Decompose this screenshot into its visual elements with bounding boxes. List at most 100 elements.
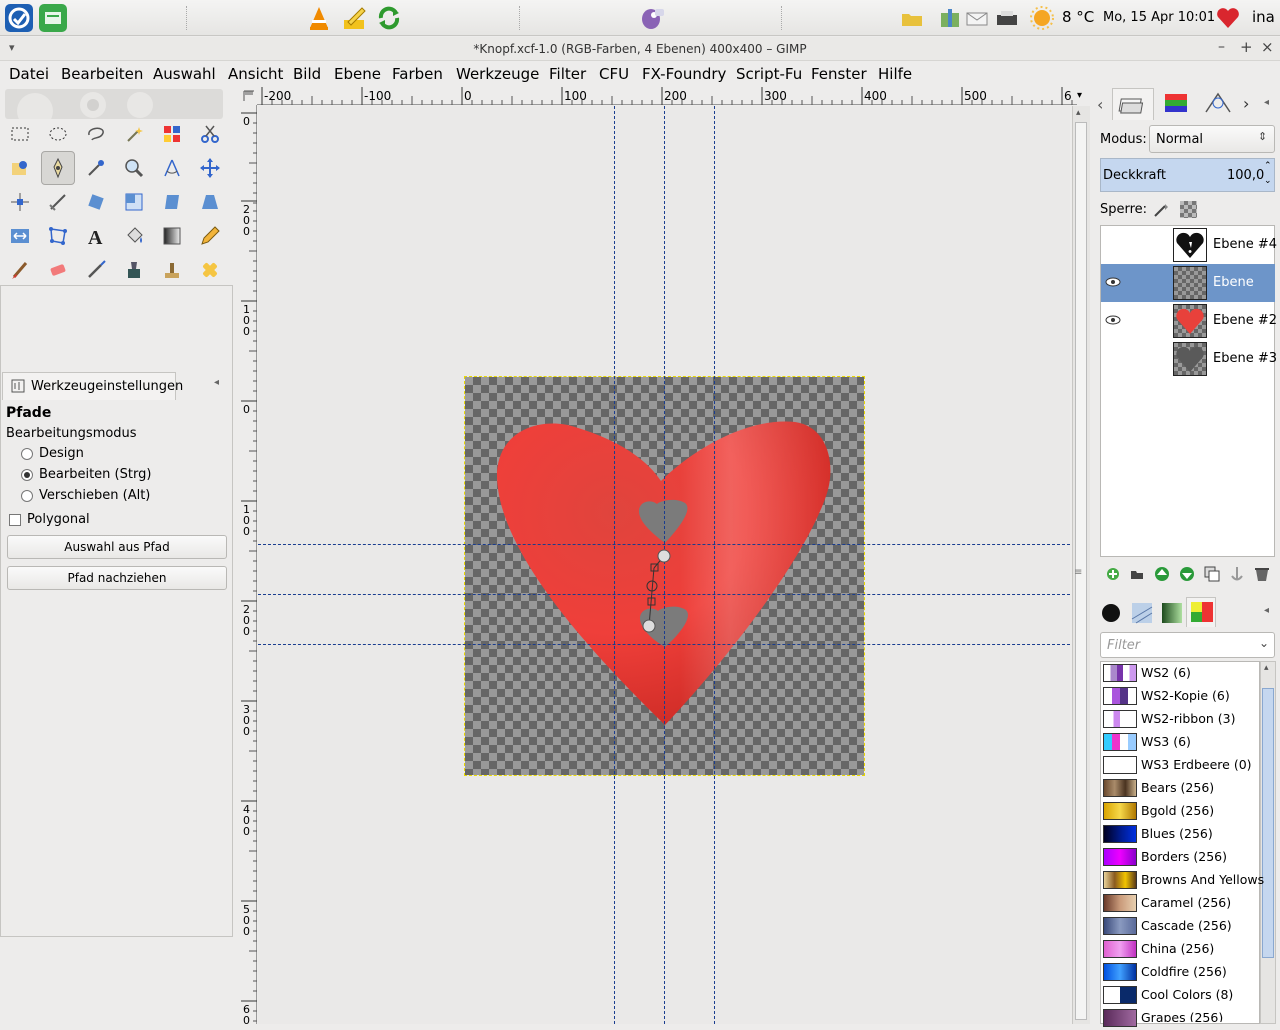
lasso-icon[interactable] <box>79 117 113 151</box>
selection-from-path-button[interactable]: Auswahl aus Pfad <box>7 535 227 559</box>
fuzzy-select-icon[interactable] <box>117 117 151 151</box>
vertical-ruler[interactable]: 02001000100200300400500600 <box>241 105 257 1030</box>
dock-menu-icon[interactable]: ◂ <box>1264 605 1269 616</box>
zoom-icon[interactable] <box>117 151 151 185</box>
menu-fx-foundry[interactable]: FX-Foundry <box>642 65 726 83</box>
move-icon[interactable] <box>193 151 227 185</box>
update-icon[interactable] <box>375 4 403 32</box>
vertical-guide[interactable] <box>614 106 615 1024</box>
tab-tool-options[interactable]: Werkzeugeinstellungen <box>2 372 183 400</box>
vertical-guide[interactable] <box>714 106 715 1024</box>
pencil-icon[interactable] <box>193 219 227 253</box>
paintbrush-icon[interactable] <box>3 253 37 287</box>
menu-datei[interactable]: Datei <box>9 65 49 83</box>
new-layer-group-icon[interactable] <box>1129 566 1145 586</box>
tab-channels[interactable] <box>1156 88 1196 118</box>
menu-hilfe[interactable]: Hilfe <box>878 65 912 83</box>
menu-fenster[interactable]: Fenster <box>811 65 867 83</box>
ellipse-select-icon[interactable] <box>41 117 75 151</box>
filter-input[interactable]: Filter ⌄ <box>1100 632 1275 658</box>
text-tool-icon[interactable]: A <box>79 219 113 253</box>
spin-down-icon[interactable]: ⌄ <box>1264 176 1272 186</box>
close-icon[interactable]: × <box>1261 38 1274 56</box>
kde-launcher-icon[interactable] <box>5 4 33 32</box>
chevron-down-icon[interactable]: ⌄ <box>1259 636 1269 650</box>
flip-icon[interactable] <box>3 219 37 253</box>
layer-name[interactable]: Ebene #3 <box>1213 351 1277 366</box>
shear-icon[interactable] <box>155 185 189 219</box>
quick-mask-icon[interactable] <box>243 89 255 103</box>
eye-icon[interactable] <box>1105 276 1121 292</box>
user-name[interactable]: ina <box>1252 8 1275 26</box>
tab-palettes[interactable] <box>1186 597 1216 627</box>
eraser-icon[interactable] <box>41 253 75 287</box>
mode-design-radio[interactable] <box>21 448 33 460</box>
vertical-scrollbar[interactable]: ▴ <box>1072 106 1090 1024</box>
blend-icon[interactable] <box>155 219 189 253</box>
lock-pixels-icon[interactable] <box>1152 201 1170 223</box>
menu-ansicht[interactable]: Ansicht <box>228 65 283 83</box>
paths-tool-icon[interactable] <box>41 151 75 185</box>
tab-paths[interactable] <box>1198 88 1238 118</box>
opacity-slider[interactable]: Deckkraft 100,0 ⌃ ⌄ <box>1100 158 1275 192</box>
anchor-layer-icon[interactable] <box>1228 565 1246 587</box>
menu-filter[interactable]: Filter <box>549 65 586 83</box>
terminal-icon[interactable] <box>39 4 67 32</box>
scale-icon[interactable] <box>117 185 151 219</box>
perspective-icon[interactable] <box>193 185 227 219</box>
menu-bild[interactable]: Bild <box>293 65 321 83</box>
tab-patterns[interactable] <box>1128 599 1156 627</box>
color-select-icon[interactable] <box>155 117 189 151</box>
foreground-select-icon[interactable] <box>3 151 37 185</box>
menu-script-fu[interactable]: Script-Fu <box>736 65 802 83</box>
ink-icon[interactable] <box>117 253 151 287</box>
weather-sun-icon[interactable] <box>1028 4 1056 32</box>
rotate-icon[interactable] <box>79 185 113 219</box>
mode-design-label[interactable]: Design <box>39 446 84 461</box>
lock-alpha-icon[interactable] <box>1180 201 1197 218</box>
menu-bearbeiten[interactable]: Bearbeiten <box>61 65 143 83</box>
crop-icon[interactable] <box>41 185 75 219</box>
delete-layer-icon[interactable] <box>1253 565 1271 587</box>
printer-icon[interactable] <box>995 4 1019 32</box>
eye-icon[interactable] <box>1105 314 1121 330</box>
dock-scroll-left-icon[interactable]: ‹ <box>1097 95 1103 114</box>
new-layer-icon[interactable] <box>1105 566 1121 586</box>
path-anchor-handles[interactable] <box>638 546 678 636</box>
palette-list-scrollbar[interactable]: ▴ <box>1260 661 1276 1024</box>
menu-ebene[interactable]: Ebene <box>334 65 381 83</box>
polygonal-checkbox[interactable] <box>9 514 21 526</box>
mode-move-radio[interactable] <box>21 490 33 502</box>
dock-menu-icon[interactable]: ◂ <box>1264 97 1269 108</box>
mode-select[interactable]: Normal ⇕ <box>1149 125 1275 153</box>
duplicate-layer-icon[interactable] <box>1203 565 1221 587</box>
tab-gradients-alt[interactable] <box>1158 599 1186 627</box>
navigate-icon[interactable]: ≡ <box>1074 567 1082 578</box>
vlc-icon[interactable] <box>305 4 333 32</box>
canvas-viewport[interactable] <box>258 106 1070 1024</box>
airbrush-icon[interactable] <box>79 253 113 287</box>
rect-select-icon[interactable] <box>3 117 37 151</box>
align-icon[interactable] <box>3 185 37 219</box>
cage-transform-icon[interactable] <box>41 219 75 253</box>
tab-layers[interactable] <box>1112 88 1154 120</box>
package-icon[interactable] <box>938 4 962 32</box>
menu-farben[interactable]: Farben <box>392 65 443 83</box>
layer-name[interactable]: Ebene <box>1213 275 1254 290</box>
panel-menu-icon[interactable]: ◂ <box>214 377 219 388</box>
text-editor-icon[interactable] <box>340 4 368 32</box>
heal-icon[interactable] <box>193 253 227 287</box>
stroke-path-button[interactable]: Pfad nachziehen <box>7 566 227 590</box>
bucket-fill-icon[interactable] <box>117 219 151 253</box>
mail-icon[interactable] <box>965 4 989 32</box>
lower-layer-icon[interactable] <box>1178 565 1196 587</box>
layer-name[interactable]: Ebene #4 <box>1213 237 1277 252</box>
horizontal-ruler[interactable]: -200 -100 0 100 200 300 400 500 6 <box>257 87 1077 105</box>
polygonal-label[interactable]: Polygonal <box>27 512 90 527</box>
raise-layer-icon[interactable] <box>1153 565 1171 587</box>
spin-up-icon[interactable]: ⌃ <box>1264 161 1272 171</box>
mode-edit-label[interactable]: Bearbeiten (Strg) <box>39 467 151 482</box>
pidgin-icon[interactable] <box>638 4 666 32</box>
menu-cfu[interactable]: CFU <box>599 65 629 83</box>
measure-icon[interactable] <box>155 151 189 185</box>
